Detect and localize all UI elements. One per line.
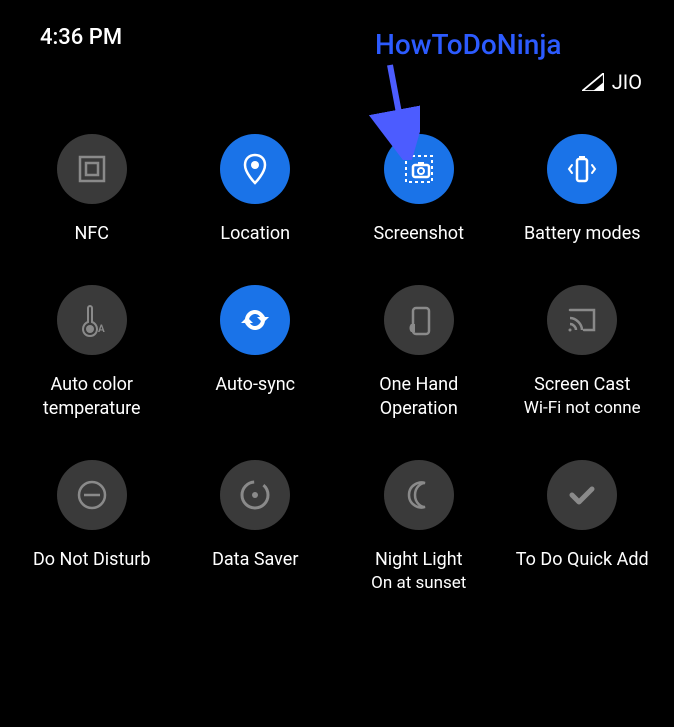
tile-one-hand-operation[interactable]: One Hand Operation	[337, 275, 501, 450]
dnd-icon	[57, 460, 127, 530]
tile-battery-modes[interactable]: Battery modes	[501, 124, 665, 275]
tile-label: To Do Quick Add	[516, 548, 649, 571]
annotation-text: HowToDoNinja	[375, 28, 561, 61]
tile-location[interactable]: Location	[174, 124, 338, 275]
quick-settings-grid: NFC Location Screenshot	[0, 94, 674, 634]
signal-row: JIO	[0, 60, 674, 94]
location-icon	[220, 134, 290, 204]
tile-label: Screenshot	[374, 222, 464, 245]
svg-text:A: A	[98, 324, 105, 335]
temperature-icon: A	[57, 285, 127, 355]
tile-label: Battery modes	[524, 222, 641, 245]
nightlight-icon	[384, 460, 454, 530]
tile-label: One Hand Operation	[344, 373, 494, 420]
datasaver-icon	[220, 460, 290, 530]
status-bar: 4:36 PM	[0, 0, 674, 60]
onehand-icon	[384, 285, 454, 355]
tile-label: Screen Cast	[534, 373, 630, 396]
sync-icon	[220, 285, 290, 355]
tile-label: NFC	[74, 222, 109, 245]
todo-icon	[547, 460, 617, 530]
tile-do-not-disturb[interactable]: Do Not Disturb	[10, 450, 174, 623]
tile-label: Do Not Disturb	[33, 548, 151, 571]
tile-label: Data Saver	[212, 548, 298, 571]
annotation-arrow-icon	[340, 60, 420, 160]
tile-screen-cast[interactable]: Screen Cast Wi-Fi not conne	[501, 275, 665, 450]
tile-auto-color-temperature[interactable]: A Auto color temperature	[10, 275, 174, 450]
tile-label: Auto-sync	[215, 373, 295, 396]
cast-icon	[547, 285, 617, 355]
tile-sublabel: On at sunset	[371, 572, 466, 594]
tile-label: Location	[220, 222, 290, 245]
tile-data-saver[interactable]: Data Saver	[174, 450, 338, 623]
carrier-label: JIO	[612, 70, 642, 94]
tile-label: Auto color temperature	[17, 373, 167, 420]
tile-sublabel: Wi-Fi not conne	[524, 397, 641, 419]
signal-icon	[582, 73, 604, 91]
tile-auto-sync[interactable]: Auto-sync	[174, 275, 338, 450]
nfc-icon	[57, 134, 127, 204]
tile-night-light[interactable]: Night Light On at sunset	[337, 450, 501, 623]
tile-nfc[interactable]: NFC	[10, 124, 174, 275]
status-time: 4:36 PM	[40, 25, 122, 50]
battery-icon	[547, 134, 617, 204]
tile-todo-quick-add[interactable]: To Do Quick Add	[501, 450, 665, 623]
tile-label: Night Light	[375, 548, 463, 571]
